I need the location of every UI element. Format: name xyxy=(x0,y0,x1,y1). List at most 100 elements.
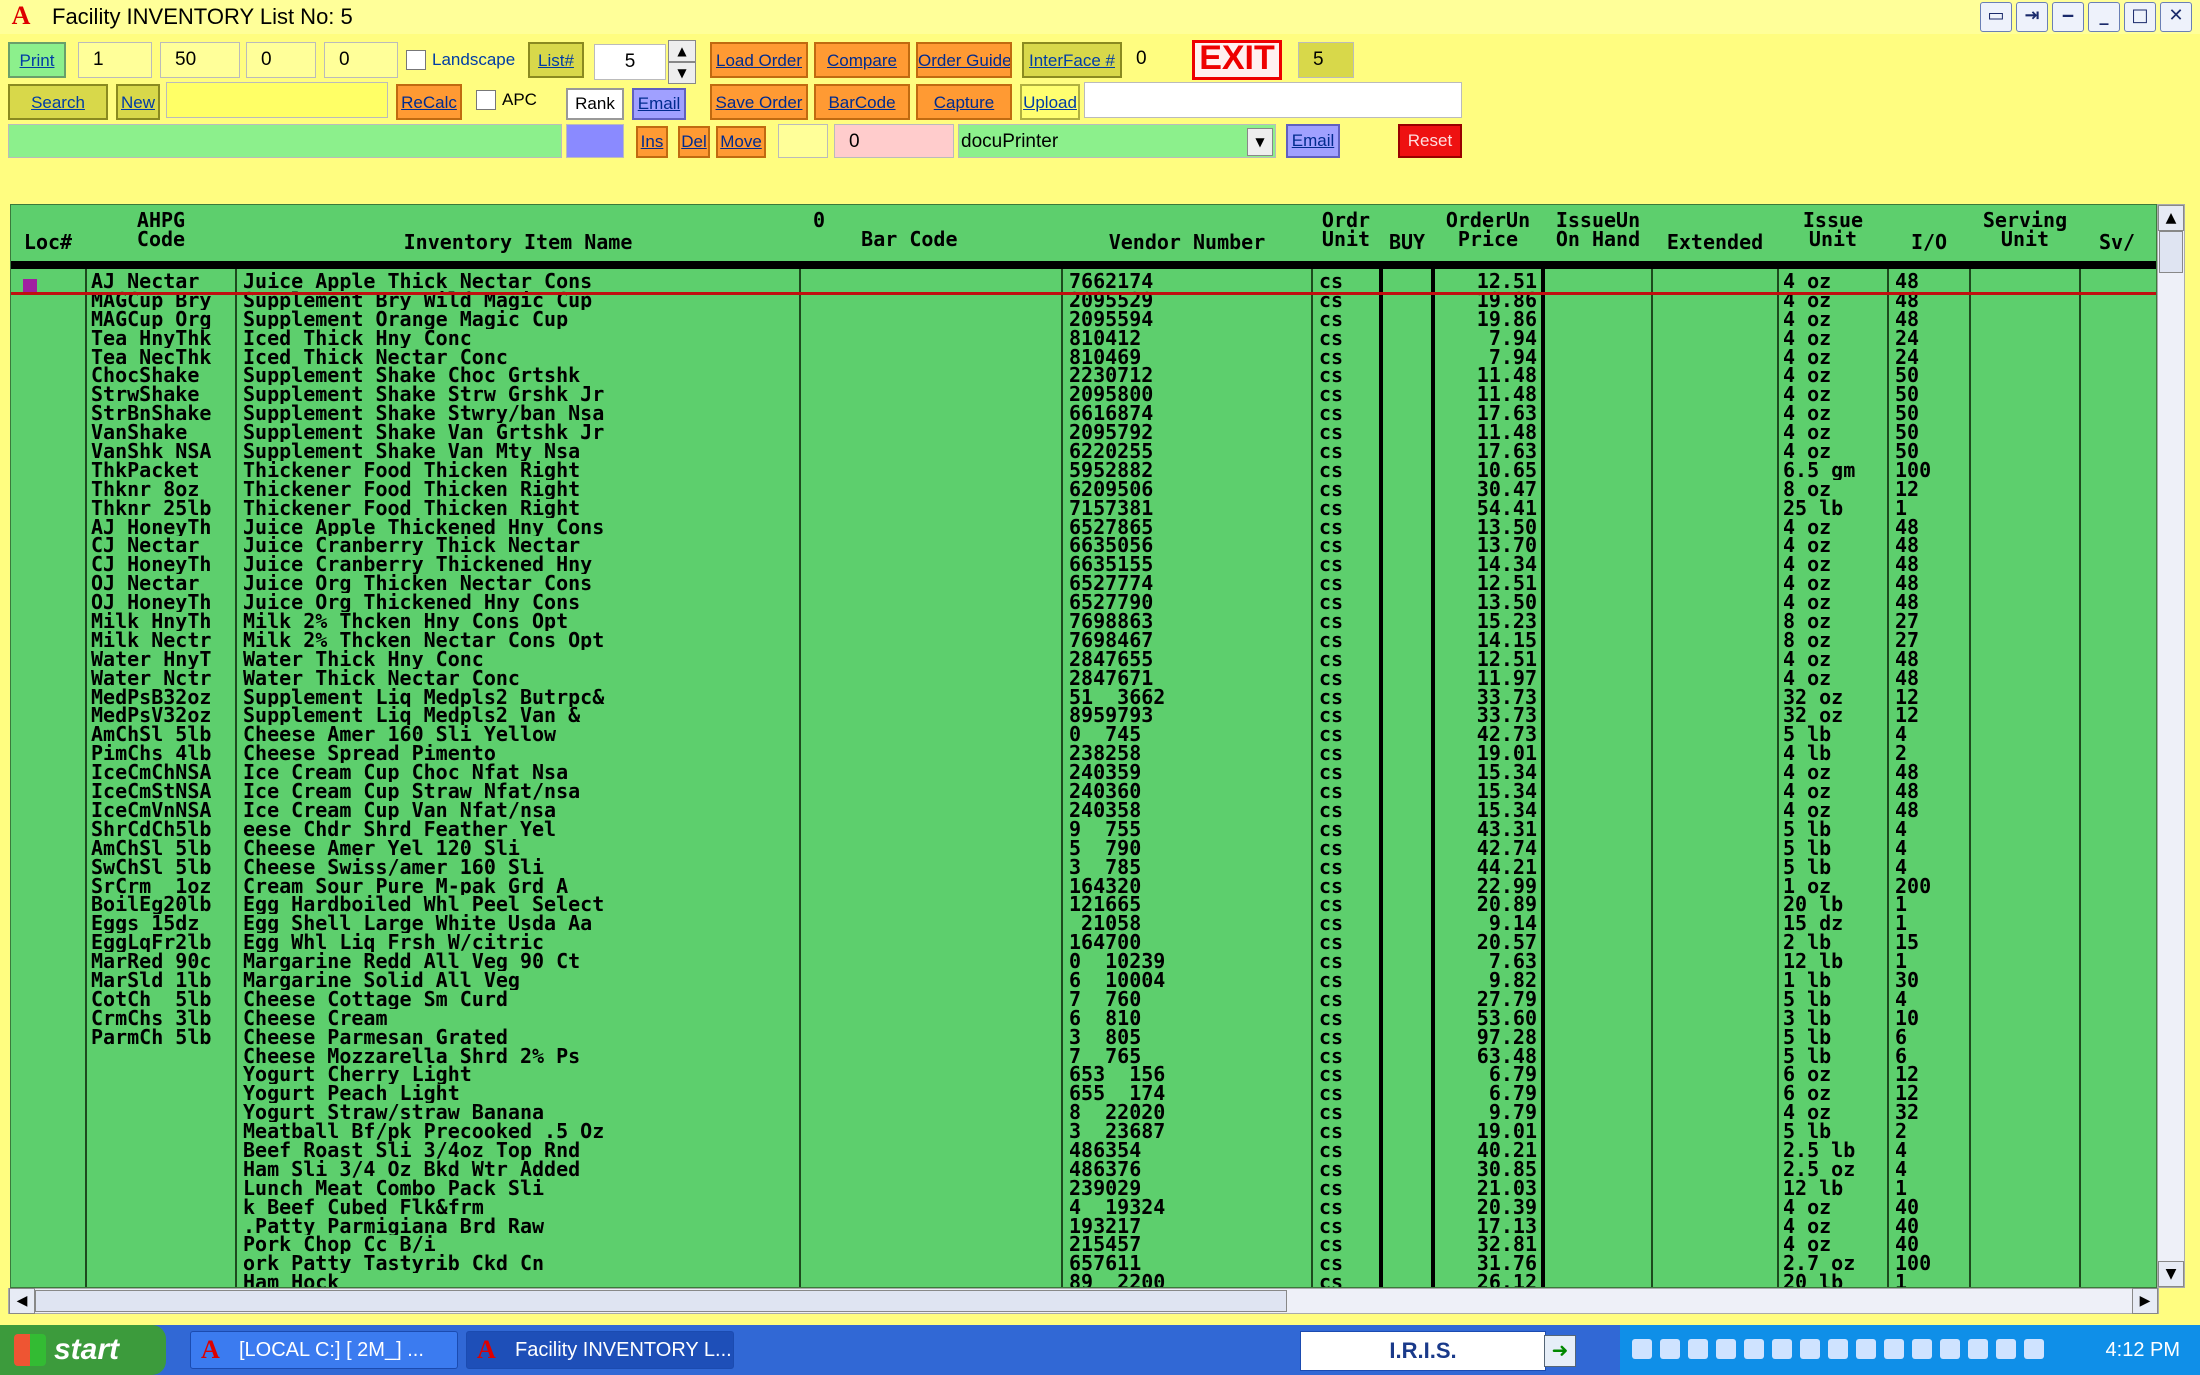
cell-name[interactable]: Juice Org Thicken Nectar Cons xyxy=(243,574,799,593)
cell-vendor[interactable]: 0 745 xyxy=(1069,725,1309,744)
table-row[interactable]: Yogurt Straw/straw Banana 8 22020 cs 9.79 4 … xyxy=(11,1103,2156,1122)
cell-name[interactable]: Supplement Liq Medpls2 Butrpc& xyxy=(243,688,799,707)
cell-issue[interactable]: 4 oz xyxy=(1783,329,1887,348)
tray-icon[interactable] xyxy=(1828,1339,1848,1359)
cell-ahpg[interactable]: Tea HnyThk xyxy=(91,329,235,348)
cell-name[interactable]: k Beef Cubed Flk&frm xyxy=(243,1198,799,1217)
cell-issue[interactable]: 8 oz xyxy=(1783,631,1887,650)
table-row[interactable]: EggLqFr2lb Egg Whl Liq Frsh W/citric 16470… xyxy=(11,933,2156,952)
cell-io[interactable]: 4 xyxy=(1895,990,1969,1009)
move-button[interactable]: Move xyxy=(716,126,766,158)
landscape-check-box[interactable] xyxy=(406,50,426,70)
table-row[interactable]: Yogurt Peach Light 655 174 cs 6.79 6 oz 12 xyxy=(11,1084,2156,1103)
table-row[interactable]: IceCmChNSA Ice Cream Cup Choc Nfat Nsa 240… xyxy=(11,763,2156,782)
header-issue-unit[interactable]: Issue Unit xyxy=(1779,205,1887,261)
cell-name[interactable]: Supplement Shake Van Mty Nsa xyxy=(243,442,799,461)
cell-ordr[interactable]: cs xyxy=(1319,782,1379,801)
rank-button[interactable]: Rank xyxy=(566,88,624,120)
cell-issue[interactable]: 4 lb xyxy=(1783,744,1887,763)
cell-io[interactable]: 6 xyxy=(1895,1028,1969,1047)
cell-vendor[interactable]: 0 10239 xyxy=(1069,952,1309,971)
cell-ordr[interactable]: cs xyxy=(1319,272,1379,291)
cell-vendor[interactable]: 2095792 xyxy=(1069,423,1309,442)
cell-issue[interactable]: 5 lb xyxy=(1783,990,1887,1009)
cell-io[interactable]: 24 xyxy=(1895,348,1969,367)
table-row[interactable]: MarSld 1lb Margarine Solid All Veg 6 10004… xyxy=(11,971,2156,990)
cell-ahpg[interactable]: ParmCh 5lb xyxy=(91,1028,235,1047)
cell-issue[interactable]: 32 oz xyxy=(1783,688,1887,707)
scroll-left-icon[interactable]: ◀ xyxy=(9,1288,35,1314)
cell-vendor[interactable]: 8 22020 xyxy=(1069,1103,1309,1122)
scroll-down-icon[interactable]: ▼ xyxy=(2158,1261,2184,1287)
cell-ordr[interactable]: cs xyxy=(1319,442,1379,461)
cell-io[interactable]: 4 xyxy=(1895,820,1969,839)
cell-price[interactable]: 30.85 xyxy=(1451,1160,1537,1179)
cell-vendor[interactable]: 6527790 xyxy=(1069,593,1309,612)
cell-issue[interactable]: 15 dz xyxy=(1783,914,1887,933)
cell-io[interactable]: 200 xyxy=(1895,877,1969,896)
cell-vendor[interactable]: 6527865 xyxy=(1069,518,1309,537)
cell-issue[interactable]: 4 oz xyxy=(1783,366,1887,385)
cell-name[interactable]: Cheese Spread Pimento xyxy=(243,744,799,763)
cell-io[interactable]: 48 xyxy=(1895,782,1969,801)
cell-price[interactable]: 33.73 xyxy=(1451,706,1537,725)
cell-issue[interactable]: 5 lb xyxy=(1783,839,1887,858)
cell-ordr[interactable]: cs xyxy=(1319,801,1379,820)
cell-io[interactable]: 4 xyxy=(1895,1160,1969,1179)
cell-ordr[interactable]: cs xyxy=(1319,612,1379,631)
cell-issue[interactable]: 6.5 gm xyxy=(1783,461,1887,480)
search-button[interactable]: Search xyxy=(8,84,108,120)
cell-ordr[interactable]: cs xyxy=(1319,348,1379,367)
cell-price[interactable]: 13.50 xyxy=(1451,593,1537,612)
cell-io[interactable]: 1 xyxy=(1895,1179,1969,1198)
amount-input[interactable]: 0 xyxy=(834,124,954,158)
cell-io[interactable]: 48 xyxy=(1895,272,1969,291)
cell-name[interactable]: Water Thick Hny Conc xyxy=(243,650,799,669)
cell-io[interactable]: 48 xyxy=(1895,650,1969,669)
cell-io[interactable]: 27 xyxy=(1895,612,1969,631)
cell-issue[interactable]: 12 lb xyxy=(1783,952,1887,971)
cell-name[interactable]: Cheese Amer Yel 120 Sli xyxy=(243,839,799,858)
cell-name[interactable]: Thickener Food Thicken Right xyxy=(243,499,799,518)
cell-io[interactable]: 48 xyxy=(1895,518,1969,537)
cell-io[interactable]: 30 xyxy=(1895,971,1969,990)
table-row[interactable]: .Patty Parmigiana Brd Raw 193217 cs 17.13 4 … xyxy=(11,1217,2156,1236)
table-row[interactable]: Ham Sli 3/4 Oz Bkd Wtr Added 486376 cs 30.8… xyxy=(11,1160,2156,1179)
table-row[interactable]: MedPsV32oz Supplement Liq Medpls2 Van & 89… xyxy=(11,706,2156,725)
header-vendor-number[interactable]: Vendor Number xyxy=(1063,205,1311,261)
cell-io[interactable]: 1 xyxy=(1895,1273,1969,1287)
cell-issue[interactable]: 4 oz xyxy=(1783,348,1887,367)
table-row[interactable]: MarRed 90c Margarine Redd All Veg 90 Ct 0 … xyxy=(11,952,2156,971)
cell-name[interactable]: Cheese Swiss/amer 160 Sli xyxy=(243,858,799,877)
cell-io[interactable]: 2 xyxy=(1895,744,1969,763)
cell-ordr[interactable]: cs xyxy=(1319,480,1379,499)
cell-ahpg[interactable]: VanShake xyxy=(91,423,235,442)
delete-button[interactable]: Del xyxy=(678,126,710,158)
cell-vendor[interactable]: 5 790 xyxy=(1069,839,1309,858)
cell-issue[interactable]: 4 oz xyxy=(1783,782,1887,801)
cell-io[interactable]: 4 xyxy=(1895,858,1969,877)
cell-issue[interactable]: 6 oz xyxy=(1783,1065,1887,1084)
header-buy[interactable]: BUY xyxy=(1383,205,1431,261)
cell-price[interactable]: 9.79 xyxy=(1451,1103,1537,1122)
cell-ordr[interactable]: cs xyxy=(1319,744,1379,763)
table-row[interactable]: ChocShake Supplement Shake Choc Grtshk 223… xyxy=(11,366,2156,385)
cell-ahpg[interactable]: VanShk NSA xyxy=(91,442,235,461)
cell-issue[interactable]: 4 oz xyxy=(1783,1235,1887,1254)
tray-icon[interactable] xyxy=(2024,1339,2044,1359)
cell-price[interactable]: 17.13 xyxy=(1451,1217,1537,1236)
cell-vendor[interactable]: 6635056 xyxy=(1069,536,1309,555)
cell-issue[interactable]: 4 oz xyxy=(1783,669,1887,688)
cell-io[interactable]: 15 xyxy=(1895,933,1969,952)
cell-ahpg[interactable]: SrCrm 1oz xyxy=(91,877,235,896)
table-row[interactable]: SrCrm 1oz Cream Sour Pure M-pak Grd A 1643… xyxy=(11,877,2156,896)
list-button[interactable]: List# xyxy=(528,42,584,78)
minimize-icon[interactable]: ‒ xyxy=(2052,2,2084,32)
cell-price[interactable]: 15.34 xyxy=(1451,763,1537,782)
cell-price[interactable]: 17.63 xyxy=(1451,404,1537,423)
cell-price[interactable]: 11.48 xyxy=(1451,423,1537,442)
iris-toolbar[interactable]: I.R.I.S. xyxy=(1300,1331,1546,1371)
cell-issue[interactable]: 12 lb xyxy=(1783,1179,1887,1198)
cell-price[interactable]: 20.89 xyxy=(1451,895,1537,914)
apc-check-box[interactable] xyxy=(476,90,496,110)
